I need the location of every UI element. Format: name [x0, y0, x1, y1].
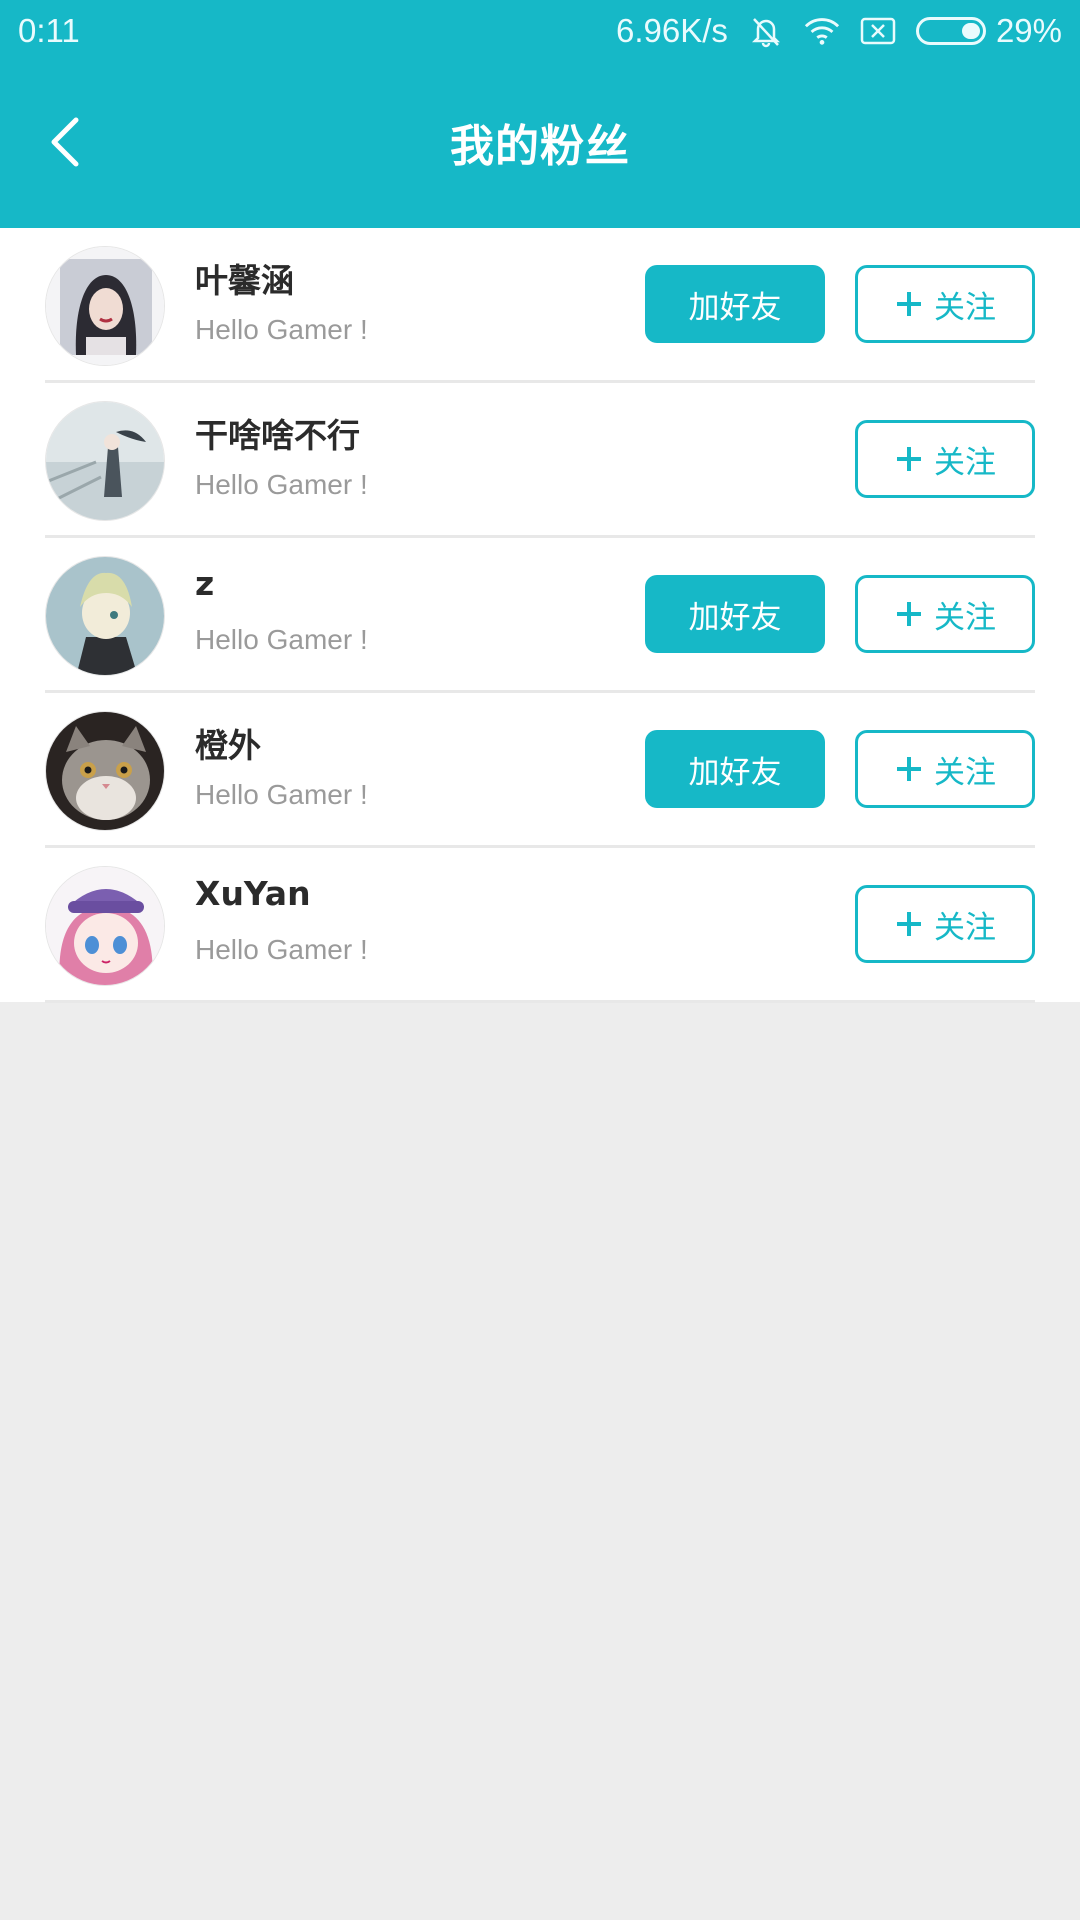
list-item[interactable]: 叶馨涵 Hello Gamer ! 加好友 关注 [45, 228, 1035, 383]
avatar[interactable] [45, 711, 165, 831]
fan-name: XuYan [195, 874, 311, 913]
list-item[interactable]: z Hello Gamer ! 加好友 关注 [45, 538, 1035, 693]
follow-button[interactable]: 关注 [855, 575, 1035, 653]
add-friend-button[interactable]: 加好友 [645, 575, 825, 653]
fan-bio: Hello Gamer ! [195, 469, 368, 500]
list-item[interactable]: XuYan Hello Gamer ! 关注 [45, 848, 1035, 1003]
follow-button[interactable]: 关注 [855, 420, 1035, 498]
bell-off-icon [748, 13, 784, 49]
fan-bio: Hello Gamer ! [195, 624, 368, 655]
fan-bio: Hello Gamer ! [195, 314, 368, 345]
avatar[interactable] [45, 401, 165, 521]
sim-off-icon [860, 13, 896, 49]
screen: 0:11 6.96K/s 29% 我的粉丝 叶馨涵 Hello Gamer ! … [0, 0, 1080, 1920]
battery-icon [915, 17, 986, 45]
follow-button[interactable]: 关注 [855, 885, 1035, 963]
plus-icon [894, 754, 924, 784]
fan-name: 干啥啥不行 [195, 416, 360, 455]
header: 我的粉丝 [0, 92, 1080, 192]
follow-label: 关注 [934, 444, 996, 481]
follow-button[interactable]: 关注 [855, 265, 1035, 343]
fan-name: z [195, 564, 215, 603]
back-button[interactable] [34, 110, 98, 174]
avatar[interactable] [45, 246, 165, 366]
list-item[interactable]: 橙外 Hello Gamer ! 加好友 关注 [45, 693, 1035, 848]
status-time: 0:11 [18, 12, 80, 49]
fan-bio: Hello Gamer ! [195, 934, 368, 965]
fans-list: 叶馨涵 Hello Gamer ! 加好友 关注 干啥啥不行 Hello Gam… [0, 228, 1080, 1003]
wifi-icon [804, 13, 840, 49]
avatar[interactable] [45, 556, 165, 676]
fan-name: 叶馨涵 [195, 261, 294, 300]
status-bar: 0:11 6.96K/s 29% [0, 0, 1080, 62]
battery-percent: 29% [995, 12, 1062, 49]
back-arrow-icon [51, 117, 79, 167]
avatar[interactable] [45, 866, 165, 986]
top-bar: 0:11 6.96K/s 29% 我的粉丝 [0, 0, 1080, 228]
follow-label: 关注 [934, 599, 996, 636]
follow-label: 关注 [934, 909, 996, 946]
status-right: 6.96K/s 29% [616, 12, 1062, 50]
fan-name: 橙外 [195, 726, 261, 765]
network-speed: 6.96K/s [616, 12, 728, 49]
plus-icon [894, 289, 924, 319]
plus-icon [894, 599, 924, 629]
add-friend-button[interactable]: 加好友 [645, 265, 825, 343]
battery-indicator: 29% [915, 12, 1062, 50]
list-item[interactable]: 干啥啥不行 Hello Gamer ! 关注 [45, 383, 1035, 538]
follow-label: 关注 [934, 289, 996, 326]
follow-label: 关注 [934, 754, 996, 791]
follow-button[interactable]: 关注 [855, 730, 1035, 808]
plus-icon [894, 444, 924, 474]
add-friend-button[interactable]: 加好友 [645, 730, 825, 808]
fan-bio: Hello Gamer ! [195, 779, 368, 810]
page-title: 我的粉丝 [450, 121, 630, 172]
plus-icon [894, 909, 924, 939]
